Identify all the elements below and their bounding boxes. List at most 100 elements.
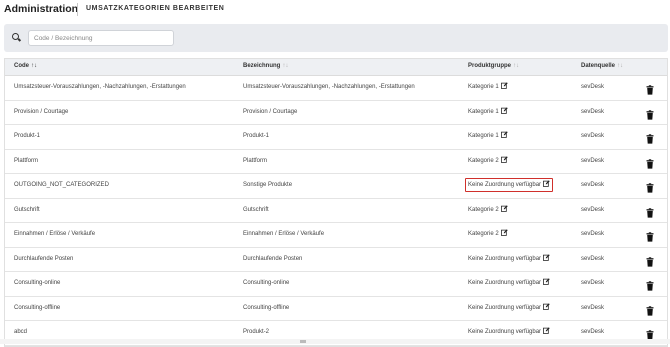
cell-produktgruppe[interactable]: Kategorie 1 xyxy=(466,130,510,142)
cell-code: Einnahmen / Erlöse / Verkäufe xyxy=(14,231,96,237)
sort-icon: ↑↓ xyxy=(282,63,289,69)
trash-icon[interactable] xyxy=(646,82,654,95)
cell-code: Produkt-1 xyxy=(14,133,41,139)
trash-icon[interactable] xyxy=(646,278,654,291)
cell-produktgruppe[interactable]: Keine Zuordnung verfügbar xyxy=(465,178,554,192)
trash-icon[interactable] xyxy=(646,180,654,193)
search-input[interactable] xyxy=(28,30,174,46)
cell-produktgruppe[interactable]: Keine Zuordnung verfügbar xyxy=(466,277,552,289)
produktgruppe-label: Kategorie 2 xyxy=(468,157,499,164)
cell-code: Consulting-offline xyxy=(14,304,61,311)
edit-icon[interactable] xyxy=(543,327,550,334)
scrollbar-thumb[interactable] xyxy=(300,340,306,343)
edit-icon[interactable] xyxy=(543,302,550,310)
column-header-code-label: Code xyxy=(14,63,29,69)
edit-icon[interactable] xyxy=(543,253,550,261)
cell-code: Provision / Courtage xyxy=(14,108,69,115)
cell-produktgruppe[interactable]: Kategorie 2 xyxy=(466,155,510,167)
cell-produktgruppe[interactable]: Kategorie 1 xyxy=(466,81,510,93)
edit-icon[interactable] xyxy=(500,229,508,236)
column-header-bezeichnung[interactable]: Bezeichnung ↑↓ xyxy=(243,63,288,69)
cell-datenquelle: sevDesk xyxy=(581,231,605,237)
produktgruppe-label: Keine Zuordnung verfügbar xyxy=(468,182,542,188)
page-title: UMSATZKATEGORIEN BEARBEITEN xyxy=(86,5,225,12)
edit-icon[interactable] xyxy=(500,131,508,138)
cell-datenquelle: sevDesk xyxy=(581,304,605,311)
cell-datenquelle: sevDesk xyxy=(581,133,605,139)
cell-produktgruppe[interactable]: Keine Zuordnung verfügbar xyxy=(466,302,552,314)
sort-icon: ↑↓ xyxy=(617,63,624,69)
edit-icon[interactable] xyxy=(500,106,508,114)
cell-bezeichnung: Gutschrift xyxy=(243,206,269,213)
cell-datenquelle: sevDesk xyxy=(581,108,605,115)
cell-produktgruppe[interactable]: Kategorie 2 xyxy=(466,228,510,240)
trash-icon[interactable] xyxy=(646,205,654,218)
trash-icon[interactable] xyxy=(646,303,654,316)
produktgruppe-label: Kategorie 2 xyxy=(468,206,499,213)
cell-code: Durchlaufende Posten xyxy=(14,255,74,262)
cell-datenquelle: sevDesk xyxy=(581,157,605,164)
cell-produktgruppe[interactable]: Kategorie 1 xyxy=(466,106,510,118)
produktgruppe-label: Kategorie 2 xyxy=(468,231,499,237)
sort-ascending-icon: ↑↓ xyxy=(31,63,37,69)
table-row: Umsatzsteuer-Vorauszahlungen, -Nachzahlu… xyxy=(5,76,667,101)
edit-icon[interactable] xyxy=(543,180,550,187)
cell-code: OUTGOING_NOT_CATEGORIZED xyxy=(14,182,109,188)
app-title: Administration xyxy=(4,3,79,15)
cell-code: Plattform xyxy=(14,157,39,164)
produktgruppe-label: Kategorie 1 xyxy=(468,133,499,139)
cell-bezeichnung: Provision / Courtage xyxy=(243,108,298,115)
column-header-datenquelle-label: Datenquelle xyxy=(581,63,616,69)
cell-bezeichnung: Plattform xyxy=(243,157,268,164)
produktgruppe-label: Keine Zuordnung verfügbar xyxy=(468,304,542,311)
cell-code: Gutschrift xyxy=(14,206,40,213)
categories-table: Code ↑↓ Bezeichnung ↑↓ Produktgruppe ↑↓ Dat… xyxy=(4,58,668,347)
cell-code: Consulting-online xyxy=(14,280,61,286)
edit-icon[interactable] xyxy=(500,204,508,212)
horizontal-scrollbar[interactable] xyxy=(0,339,670,344)
search-icon xyxy=(12,33,19,40)
cell-produktgruppe[interactable]: Keine Zuordnung verfügbar xyxy=(466,326,552,338)
trash-icon[interactable] xyxy=(646,254,654,267)
table-row: Produkt-1 Produkt-1 Kategorie 1 sevDesk xyxy=(5,125,667,150)
column-header-produktgruppe-label: Produktgruppe xyxy=(468,63,511,69)
cell-bezeichnung: Produkt-2 xyxy=(243,329,270,335)
search-panel xyxy=(4,24,668,52)
produktgruppe-label: Keine Zuordnung verfügbar xyxy=(468,255,542,262)
trash-icon[interactable] xyxy=(646,131,654,144)
column-header-bezeichnung-label: Bezeichnung xyxy=(243,63,281,69)
cell-code: abcd xyxy=(14,329,28,335)
cell-produktgruppe[interactable]: Keine Zuordnung verfügbar xyxy=(466,253,552,265)
table-row: Consulting-offline Consulting-offline Kein… xyxy=(5,296,667,321)
cell-datenquelle: sevDesk xyxy=(581,329,605,335)
top-bar: Administration UMSATZKATEGORIEN BEARBEIT… xyxy=(0,0,670,22)
cell-datenquelle: sevDesk xyxy=(581,84,605,90)
table-row: Consulting-online Consulting-online Keine … xyxy=(5,272,667,297)
trash-icon[interactable] xyxy=(646,327,654,340)
cell-bezeichnung: Consulting-offline xyxy=(243,304,290,311)
column-header-datenquelle[interactable]: Datenquelle ↑↓ xyxy=(581,63,623,69)
cell-produktgruppe[interactable]: Kategorie 2 xyxy=(466,204,510,216)
cell-datenquelle: sevDesk xyxy=(581,206,605,213)
cell-code: Umsatzsteuer-Vorauszahlungen, -Nachzahlu… xyxy=(14,84,186,90)
cell-datenquelle: sevDesk xyxy=(581,255,605,262)
table-row: Einnahmen / Erlöse / Verkäufe Einnahmen /… xyxy=(5,223,667,248)
cell-bezeichnung: Consulting-online xyxy=(243,280,290,286)
produktgruppe-label: Keine Zuordnung verfügbar xyxy=(468,329,542,335)
column-header-code[interactable]: Code ↑↓ xyxy=(14,63,37,69)
cell-bezeichnung: Sonstige Produkte xyxy=(243,182,293,188)
cell-datenquelle: sevDesk xyxy=(581,182,605,188)
table-body: Umsatzsteuer-Vorauszahlungen, -Nachzahlu… xyxy=(5,76,667,346)
table-header: Code ↑↓ Bezeichnung ↑↓ Produktgruppe ↑↓ Dat… xyxy=(5,59,667,76)
cell-bezeichnung: Durchlaufende Posten xyxy=(243,255,303,262)
edit-icon[interactable] xyxy=(500,155,508,163)
edit-icon[interactable] xyxy=(500,82,508,89)
trash-icon[interactable] xyxy=(646,229,654,242)
cell-bezeichnung: Produkt-1 xyxy=(243,133,270,139)
trash-icon[interactable] xyxy=(646,156,654,169)
edit-icon[interactable] xyxy=(543,278,550,285)
table-row: Provision / Courtage Provision / Courtage… xyxy=(5,100,667,125)
trash-icon[interactable] xyxy=(646,107,654,120)
column-header-produktgruppe[interactable]: Produktgruppe ↑↓ xyxy=(468,63,519,69)
table-row: Plattform Plattform Kategorie 2 sevDesk xyxy=(5,149,667,174)
